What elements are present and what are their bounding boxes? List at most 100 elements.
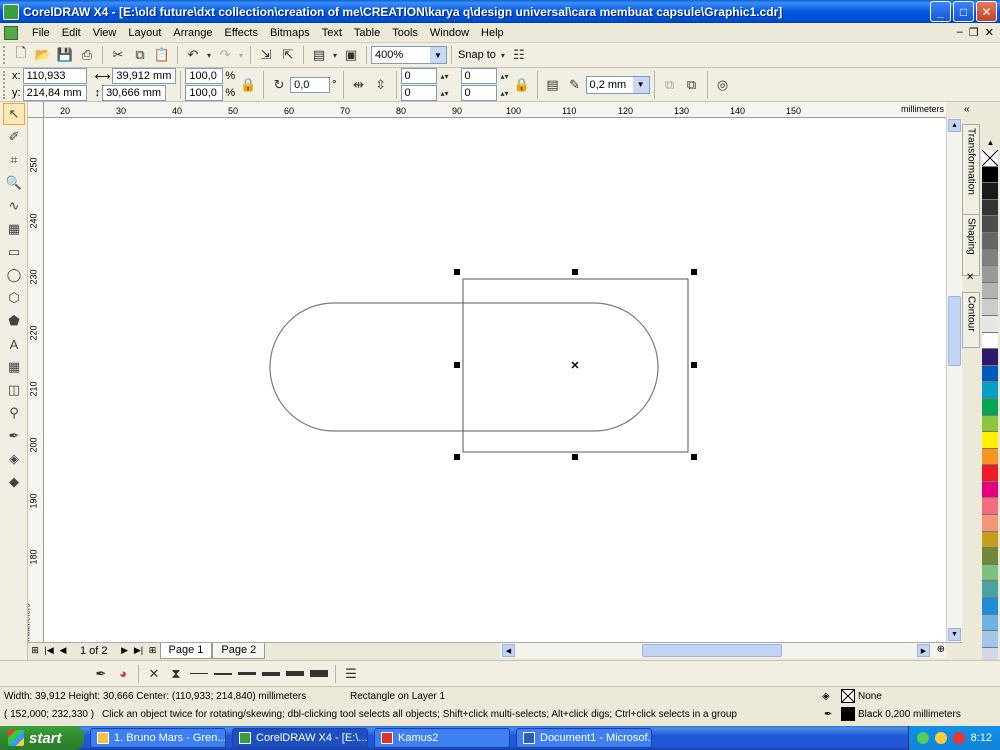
corner-top-left-field[interactable]: 0 xyxy=(400,68,437,84)
taskbar-item-media-player[interactable]: 1. Bruno Mars - Gren... xyxy=(90,728,226,748)
pick-tool-icon[interactable]: ↖ xyxy=(3,103,25,125)
outline-pen-icon[interactable]: ✒ xyxy=(90,663,112,685)
tab-page-1[interactable]: Page 1 xyxy=(159,642,213,659)
fill-none-swatch[interactable] xyxy=(841,689,855,703)
to-back-icon[interactable]: ⧉ xyxy=(681,74,703,96)
no-outline-icon[interactable]: ✕ xyxy=(143,663,165,685)
welcome-screen-icon[interactable]: ▣ xyxy=(340,44,362,66)
export-icon[interactable]: ⇱ xyxy=(277,44,299,66)
menu-file[interactable]: File xyxy=(26,27,56,39)
spinner-icon[interactable]: ▴▾ xyxy=(499,85,511,101)
network-icon[interactable] xyxy=(916,732,929,744)
smart-fill-tool-icon[interactable]: ▦ xyxy=(3,218,25,240)
maximize-button[interactable]: □ xyxy=(953,1,974,22)
zoom-tool-icon[interactable]: 🔍 xyxy=(3,172,25,194)
outline-width-sample[interactable] xyxy=(262,671,280,676)
chevron-down-icon[interactable]: ▼ xyxy=(632,76,649,93)
docker-tab-contour[interactable]: Contour xyxy=(962,292,980,348)
fill-tool-icon[interactable]: ◈ xyxy=(3,448,25,470)
color-docker-icon[interactable]: ☰ xyxy=(340,663,362,685)
palette-scroll-up-icon[interactable]: ▲ xyxy=(982,138,999,150)
color-swatch[interactable] xyxy=(982,564,998,582)
color-swatch[interactable] xyxy=(982,598,998,615)
capsule-shape[interactable] xyxy=(269,302,659,432)
menu-edit[interactable]: Edit xyxy=(56,27,87,39)
minimize-button[interactable]: _ xyxy=(930,1,951,22)
close-button[interactable]: ✕ xyxy=(976,1,997,22)
options-icon[interactable]: ☷ xyxy=(508,44,530,66)
selection-handle[interactable] xyxy=(691,362,697,368)
color-swatch[interactable] xyxy=(982,349,998,366)
freehand-tool-icon[interactable]: ∿ xyxy=(3,195,25,217)
polygon-tool-icon[interactable]: ⬡ xyxy=(3,287,25,309)
horizontal-scroll-thumb[interactable] xyxy=(642,644,782,657)
color-swatch[interactable] xyxy=(982,398,998,416)
coreldraw-app-icon[interactable] xyxy=(3,3,19,20)
mirror-horizontal-icon[interactable]: ⇹ xyxy=(348,74,370,96)
copy-icon[interactable]: ⧉ xyxy=(129,44,151,66)
outline-color-swatch[interactable] xyxy=(841,707,855,721)
outline-width-sample[interactable] xyxy=(214,672,232,675)
drawing-canvas[interactable] xyxy=(44,118,946,642)
width-field[interactable]: 39,912 mm xyxy=(112,68,177,84)
doc-minimize-icon[interactable]: – xyxy=(957,26,963,39)
wrap-text-icon[interactable]: ▤ xyxy=(542,74,564,96)
color-swatch[interactable] xyxy=(982,448,998,466)
add-page-icon[interactable]: ⊞ xyxy=(28,645,42,656)
hairline-outline-icon[interactable]: ⧗ xyxy=(165,663,187,685)
vertical-scrollbar[interactable]: ▲ ▼ xyxy=(946,118,962,642)
menu-tools[interactable]: Tools xyxy=(386,27,424,39)
color-swatch[interactable] xyxy=(982,183,998,200)
open-icon[interactable]: 📂 xyxy=(32,44,54,66)
color-swatch[interactable] xyxy=(982,432,998,449)
taskbar-item-word[interactable]: Document1 - Microsof... xyxy=(516,728,652,748)
spinner-icon[interactable]: ▴▾ xyxy=(439,85,451,101)
outline-color-icon[interactable]: ◕ xyxy=(112,663,134,685)
color-swatch[interactable] xyxy=(982,465,998,482)
interactive-blend-tool-icon[interactable]: ◫ xyxy=(3,379,25,401)
selection-handle[interactable] xyxy=(691,269,697,275)
table-tool-icon[interactable]: ▦ xyxy=(3,356,25,378)
height-field[interactable]: 30,666 mm xyxy=(102,85,167,101)
selection-handle[interactable] xyxy=(572,454,578,460)
cut-icon[interactable]: ✂ xyxy=(107,44,129,66)
mirror-vertical-icon[interactable]: ⇳ xyxy=(370,74,392,96)
to-front-icon[interactable]: ⧉ xyxy=(659,74,681,96)
outline-width-sample[interactable] xyxy=(190,673,208,674)
color-swatch[interactable] xyxy=(982,515,998,532)
selection-handle[interactable] xyxy=(454,362,460,368)
menu-text[interactable]: Text xyxy=(316,27,348,39)
outline-tool-icon[interactable]: ✒ xyxy=(3,425,25,447)
color-swatch[interactable] xyxy=(982,415,998,433)
color-swatch[interactable] xyxy=(982,266,998,283)
corner-top-right-field[interactable]: 0 xyxy=(460,68,497,84)
toolbar-grip[interactable] xyxy=(3,70,7,99)
color-swatch[interactable] xyxy=(982,332,998,350)
color-swatch[interactable] xyxy=(982,614,998,632)
tray-app-icon[interactable] xyxy=(934,732,947,744)
selection-handle[interactable] xyxy=(691,454,697,460)
color-swatch[interactable] xyxy=(982,531,998,549)
chevron-down-icon[interactable]: ▼ xyxy=(430,47,446,63)
outline-width-sample[interactable] xyxy=(310,670,328,677)
menu-view[interactable]: View xyxy=(87,27,123,39)
selection-handle[interactable] xyxy=(454,454,460,460)
color-swatch[interactable] xyxy=(982,365,998,383)
ellipse-tool-icon[interactable]: ◯ xyxy=(3,264,25,286)
scroll-left-icon[interactable]: ◀ xyxy=(502,644,515,657)
horizontal-scrollbar[interactable]: ◀ ▶ ⊕ xyxy=(500,642,946,658)
scale-y-field[interactable]: 100,0 xyxy=(185,85,224,101)
taskbar-item-kamus[interactable]: Kamus2 xyxy=(374,728,510,748)
corner-bottom-left-field[interactable]: 0 xyxy=(400,85,437,101)
outline-width-sample[interactable] xyxy=(238,672,256,675)
corner-bottom-right-field[interactable]: 0 xyxy=(460,85,497,101)
color-swatch[interactable] xyxy=(982,481,998,499)
zoom-level-select[interactable]: 400% ▼ xyxy=(371,46,447,64)
selection-handle[interactable] xyxy=(572,269,578,275)
center-marker-icon[interactable] xyxy=(571,361,579,369)
menu-effects[interactable]: Effects xyxy=(219,27,264,39)
color-swatch[interactable] xyxy=(982,498,998,516)
collapse-dockers-icon[interactable]: « xyxy=(964,104,970,115)
scroll-down-icon[interactable]: ▼ xyxy=(948,628,961,641)
save-icon[interactable]: 💾 xyxy=(54,44,76,66)
